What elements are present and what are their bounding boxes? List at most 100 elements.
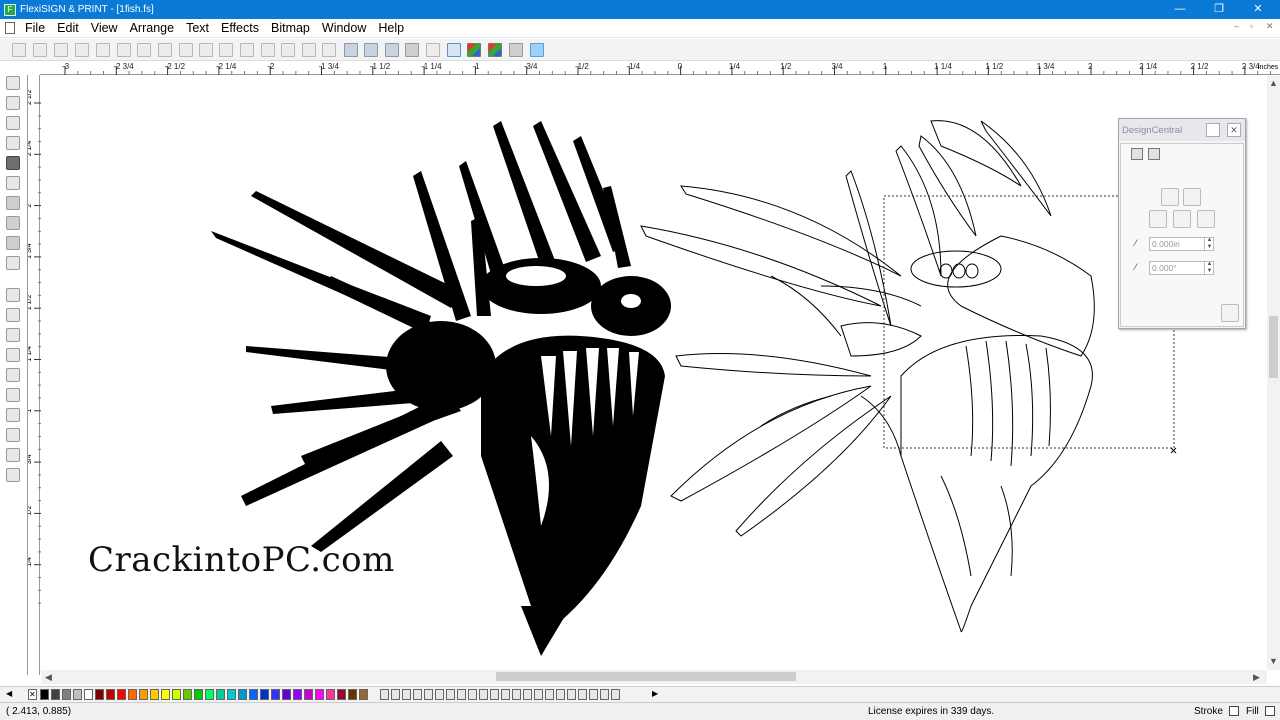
palette-swatch[interactable] [293,689,302,700]
bucket-tool-icon[interactable] [6,216,20,230]
palette-swatch[interactable] [172,689,181,700]
pan-hand-icon[interactable] [6,448,20,462]
document-icon[interactable] [5,22,15,34]
palette-empty-swatch[interactable] [556,689,565,700]
select-tool-icon[interactable] [6,76,20,90]
color-wheel-icon[interactable] [405,43,419,57]
zoom-out-icon[interactable] [6,348,20,362]
swatch-icon[interactable] [467,43,481,57]
palette-empty-swatch[interactable] [446,689,455,700]
menu-help[interactable]: Help [372,19,410,37]
redo-icon[interactable] [281,43,295,57]
ruler-tool-icon[interactable] [6,236,20,250]
palette-empty-swatch[interactable] [380,689,389,700]
repeat-icon[interactable] [302,43,316,57]
grid-icon[interactable] [385,43,399,57]
undo-icon[interactable] [261,43,275,57]
corner-node-icon[interactable] [1149,210,1167,228]
shape-tool-icon[interactable] [6,116,20,130]
line-node-icon[interactable] [1161,188,1179,206]
copy-icon[interactable] [219,43,233,57]
save-icon[interactable] [54,43,68,57]
palette-swatch[interactable] [128,689,137,700]
text-tool-icon[interactable] [6,96,20,110]
offset-spinner[interactable]: ▲ ▼ [1204,237,1214,251]
selection-handle[interactable] [1170,447,1177,454]
palette-swatch[interactable] [216,689,225,700]
open-icon[interactable] [33,43,47,57]
menu-arrange[interactable]: Arrange [124,19,180,37]
scroll-down-icon[interactable]: ▼ [1269,656,1278,666]
cut-send-icon[interactable] [137,43,151,57]
menu-window[interactable]: Window [316,19,372,37]
palette-swatch[interactable] [73,689,82,700]
horizontal-scroll-thumb[interactable] [496,672,796,681]
zoom-icon[interactable] [426,43,440,57]
palette-empty-swatch[interactable] [589,689,598,700]
redo-all-icon[interactable] [322,43,336,57]
palette-empty-swatch[interactable] [479,689,488,700]
palette-swatch[interactable] [62,689,71,700]
palette-empty-swatch[interactable] [424,689,433,700]
palette-swatch[interactable] [348,689,357,700]
palette-swatch[interactable] [227,689,236,700]
vertical-scrollbar[interactable]: ▲ ▼ [1267,76,1280,670]
palette-swatch[interactable] [51,689,60,700]
palette-swatch[interactable] [271,689,280,700]
zoom-all-icon[interactable] [6,328,20,342]
angle-spinner[interactable]: ▲ ▼ [1204,261,1214,275]
palette-empty-swatch[interactable] [512,689,521,700]
palette-swatch[interactable] [304,689,313,700]
palette-empty-swatch[interactable] [435,689,444,700]
palette-empty-swatch[interactable] [523,689,532,700]
magnifier-icon[interactable] [6,288,20,302]
node-edit-tool-icon[interactable] [6,156,20,170]
zoom-in-icon[interactable] [6,308,20,322]
node-edit-icon[interactable] [1148,148,1160,160]
fill-icon[interactable] [488,43,502,57]
cut-icon[interactable] [199,43,213,57]
palette-empty-swatch[interactable] [468,689,477,700]
palette-swatch[interactable] [249,689,258,700]
no-color-swatch[interactable]: ✕ [28,689,37,700]
palette-swatch[interactable] [260,689,269,700]
upload-icon[interactable] [530,43,544,57]
palette-swatch[interactable] [150,689,159,700]
maximize-button[interactable]: ❐ [1201,0,1237,19]
preview-icon[interactable] [6,468,20,482]
palette-swatch[interactable] [205,689,214,700]
symmetric-node-icon[interactable] [1197,210,1215,228]
palette-swatch[interactable] [84,689,93,700]
production-icon[interactable] [179,43,193,57]
palette-swatch[interactable] [117,689,126,700]
palette-empty-swatch[interactable] [545,689,554,700]
palette-swatch[interactable] [337,689,346,700]
palette-swatch[interactable] [359,689,368,700]
zigzag-tool-icon[interactable] [6,176,20,190]
zoom-previous-icon[interactable] [6,408,20,422]
palette-swatch[interactable] [183,689,192,700]
palette-swatch[interactable] [40,689,49,700]
vertical-scroll-thumb[interactable] [1269,316,1278,378]
menu-bitmap[interactable]: Bitmap [265,19,316,37]
doc-restore-button[interactable]: ▫ [1250,21,1253,31]
eyedropper-tool-icon[interactable] [6,256,20,270]
print-preview-icon[interactable] [96,43,110,57]
paste-icon[interactable] [240,43,254,57]
palette-scroll-left-icon[interactable]: ◀ [6,689,15,700]
panel-close-button[interactable]: ✕ [1227,123,1241,137]
palette-empty-swatch[interactable] [402,689,411,700]
palette-swatch[interactable] [106,689,115,700]
drawing-canvas[interactable] [41,76,1267,670]
palette-swatch[interactable] [315,689,324,700]
palette-empty-swatch[interactable] [534,689,543,700]
star-tool-icon[interactable] [6,136,20,150]
print-icon[interactable] [117,43,131,57]
save-all-icon[interactable] [75,43,89,57]
fill-tool-icon[interactable] [6,196,20,210]
menu-view[interactable]: View [85,19,124,37]
doc-close-button[interactable]: ✕ [1266,21,1274,32]
palette-swatch[interactable] [326,689,335,700]
scroll-up-icon[interactable]: ▲ [1269,78,1278,88]
menu-file[interactable]: File [19,19,51,37]
